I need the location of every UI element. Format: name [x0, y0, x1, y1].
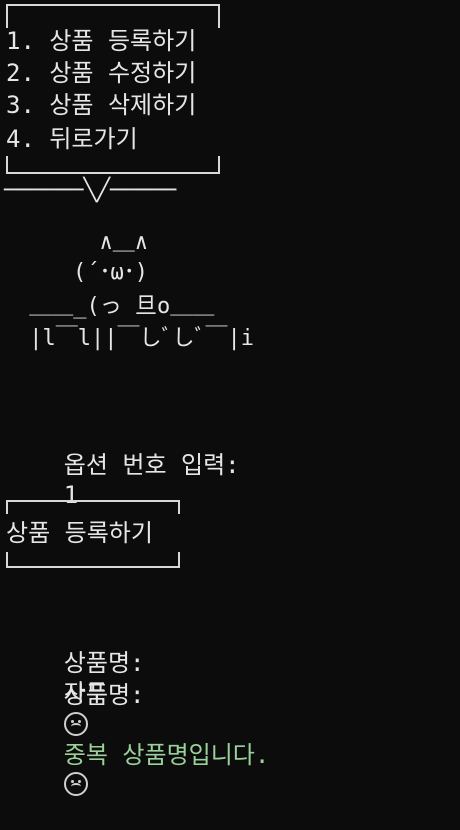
ascii-art-line-4: |l￣l||￣しﾞしﾞ￣|i — [16, 326, 254, 351]
menu-item-1: 1. 상품 등록하기 — [6, 27, 197, 55]
ascii-art-line-3: ＿＿_(っ 旦o＿＿ — [16, 294, 215, 319]
ascii-art-line-2: (´･ω･) — [20, 260, 148, 285]
menu-item-4: 4. 뒤로가기 — [6, 125, 138, 153]
section-title: 상품 등록하기 — [6, 519, 153, 547]
option-prompt-label: 옵션 번호 입력: — [63, 451, 240, 479]
error-message: 중복 상품명입니다. — [63, 741, 270, 769]
terminal-window: 1. 상품 등록하기 2. 상품 수정하기 3. 상품 삭제하기 4. 뒤로가기… — [0, 0, 460, 796]
menu-item-2: 2. 상품 수정하기 — [6, 59, 197, 87]
sad-face-icon — [63, 712, 88, 736]
sad-face-icon — [63, 772, 88, 796]
bubble-line: ──────╲╱───── — [4, 178, 177, 203]
ascii-art-line-1: ∧＿∧ — [20, 230, 148, 255]
error-label: 상품명: — [63, 681, 145, 709]
menu-item-3: 3. 상품 삭제하기 — [6, 91, 197, 119]
error-line: 상품명: 중복 상품명입니다. — [6, 650, 269, 830]
